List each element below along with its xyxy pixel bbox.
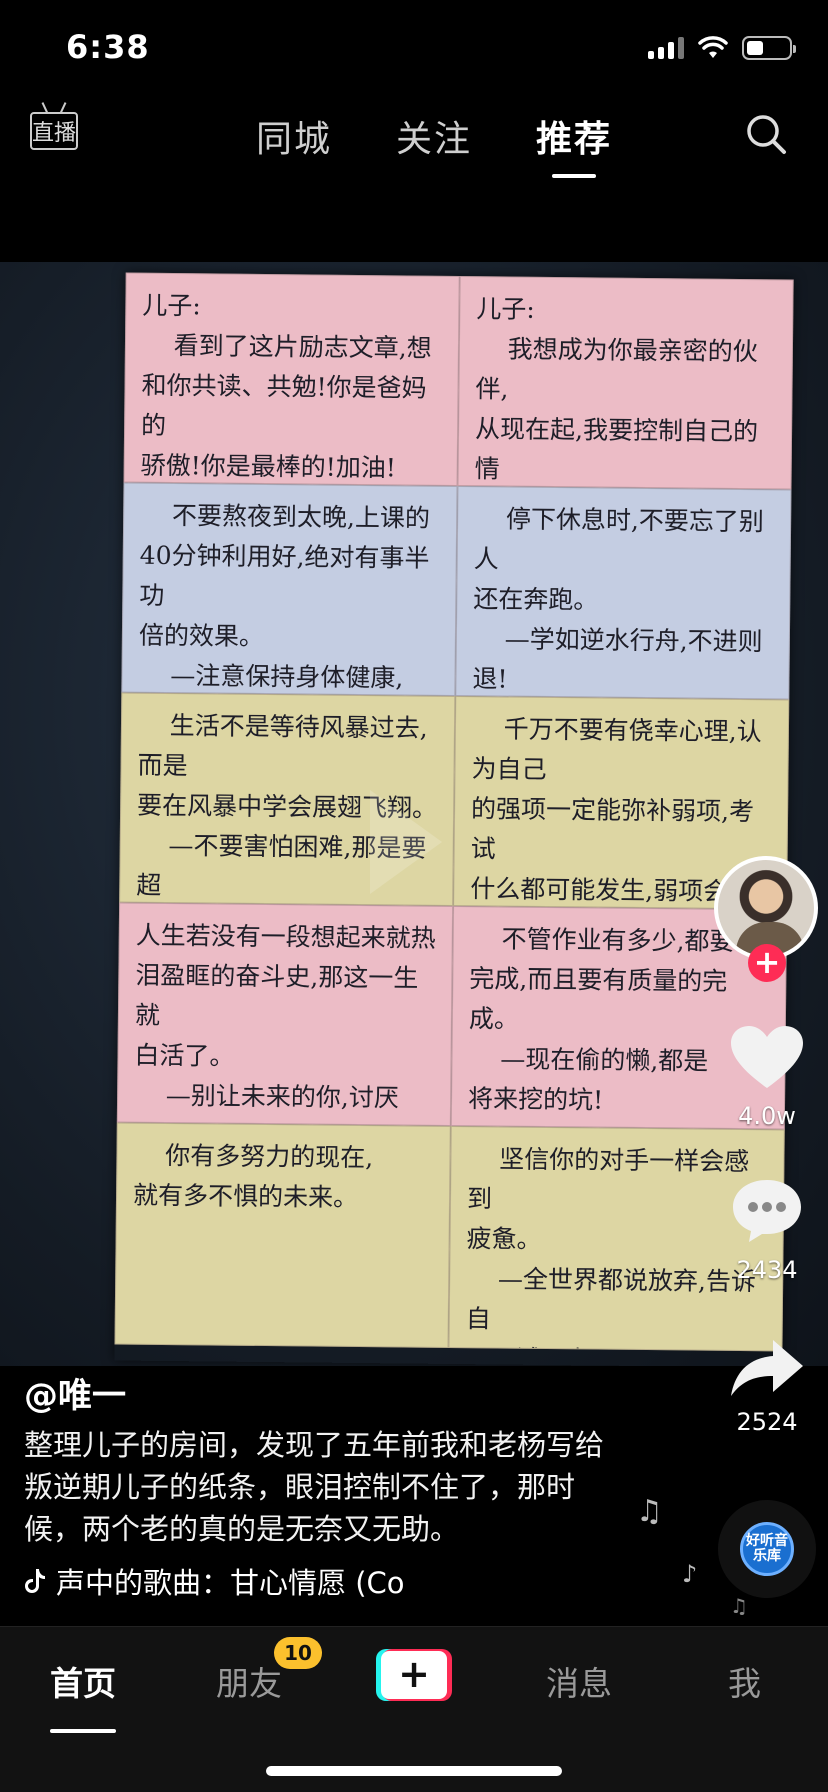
tab-local[interactable]: 同城 (256, 110, 332, 162)
comment-button[interactable]: 2434 (722, 1176, 812, 1284)
music-disc-label: 好听音乐库 (740, 1522, 794, 1576)
video-player[interactable]: 儿子: 看到了这片励志文章,想 和你共读、共勉!你是爸妈的 骄傲!你是最棒的!加… (0, 262, 828, 1366)
tab-friends[interactable]: 朋友 (216, 1657, 282, 1705)
tab-following[interactable]: 关注 (396, 110, 472, 162)
share-count: 2524 (736, 1408, 798, 1436)
tab-messages[interactable]: 消息 (546, 1657, 612, 1705)
cellular-signal-icon (648, 37, 684, 59)
note-cell: 不要熬夜到太晚,上课的 40分钟利用好,绝对有事半功 倍的效果。 —注意保持身体… (121, 482, 458, 697)
friends-badge: 10 (274, 1637, 322, 1669)
wifi-icon (698, 36, 728, 58)
note-cell: 儿子: 我想成为你最亲密的伙伴, 从现在起,我要控制自己的情 绪,和你一起安静和… (457, 276, 794, 490)
note-cell: 人生若没有一段想起来就热 泪盈眶的奋斗史,那这一生就 白活了。 —别让未来的你,… (116, 902, 454, 1126)
note-cell: 你有多努力的现在, 就有多不惧的未来。 (114, 1122, 451, 1348)
music-note-icon: ♫ (730, 1594, 748, 1618)
feed-tabs: 同城 关注 推荐 (0, 110, 828, 162)
follow-button[interactable]: + (748, 944, 786, 982)
music-note-icon: ♪ (682, 1560, 698, 1588)
share-icon (731, 1340, 803, 1396)
creator-avatar[interactable]: + (714, 856, 818, 982)
status-time: 6:38 (66, 28, 150, 66)
create-button[interactable]: + (376, 1649, 452, 1701)
note-cell: 停下休息时,不要忘了别人 还在奔跑。 —学如逆水行舟,不进则 退! (455, 486, 792, 700)
search-icon[interactable] (744, 112, 788, 156)
like-count: 4.0w (738, 1102, 796, 1130)
share-button[interactable]: 2524 (722, 1338, 812, 1436)
music-note-icon: ♫ (636, 1494, 663, 1529)
post-caption[interactable]: 整理儿子的房间，发现了五年前我和老杨写给叛逆期儿子的纸条，眼泪控制不住了，那时候… (24, 1424, 614, 1550)
like-button[interactable]: 4.0w (722, 1024, 812, 1130)
home-indicator (266, 1766, 562, 1776)
heart-icon (731, 1026, 803, 1088)
note-cell: 儿子: 看到了这片励志文章,想 和你共读、共勉!你是爸妈的 骄傲!你是最棒的!加… (123, 272, 460, 487)
music-title: 声中的歌曲：甘心情愿 (Co (56, 1566, 405, 1600)
comment-icon (733, 1180, 801, 1242)
tab-home[interactable]: 首页 (50, 1657, 116, 1733)
author-name[interactable]: @唯一 (24, 1368, 126, 1417)
tiktok-logo-icon (25, 1569, 45, 1593)
tab-recommended[interactable]: 推荐 (536, 110, 612, 162)
tab-profile[interactable]: 我 (728, 1657, 761, 1705)
plus-icon: + (381, 1651, 447, 1699)
music-disc[interactable]: 好听音乐库 (718, 1500, 816, 1598)
handwritten-notes-paper: 儿子: 看到了这片励志文章,想 和你共读、共勉!你是爸妈的 骄傲!你是最棒的!加… (114, 272, 794, 1366)
battery-icon (742, 36, 796, 60)
status-bar: 6:38 (0, 0, 828, 96)
play-icon (370, 790, 442, 894)
music-ticker[interactable]: 声中的歌曲：甘心情愿 (Co (24, 1560, 444, 1602)
top-nav: 直播 同城 关注 推荐 (0, 100, 828, 180)
status-icons (648, 36, 796, 60)
comment-count: 2434 (736, 1256, 798, 1284)
